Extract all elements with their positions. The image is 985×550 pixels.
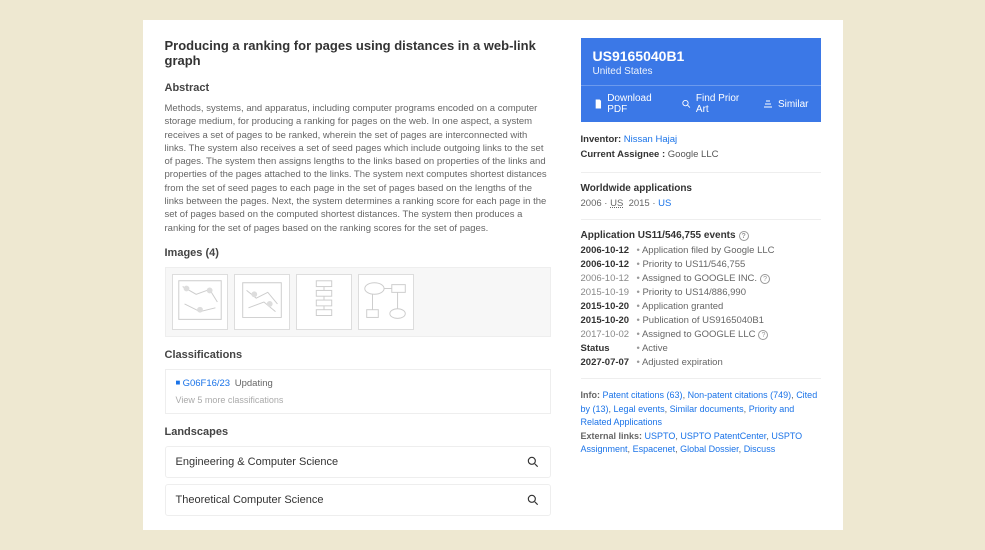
similar-icon	[762, 98, 774, 110]
timeline-date: 2015-10-20	[581, 301, 637, 312]
timeline-row: 2027-07-07Adjusted expiration	[581, 357, 821, 368]
patent-country: United States	[593, 66, 809, 77]
timeline-row: 2006-10-12Application filed by Google LL…	[581, 245, 821, 256]
images-heading: Images (4)	[165, 247, 551, 259]
abstract-heading: Abstract	[165, 82, 551, 94]
timeline-desc: Application filed by Google LLC	[637, 245, 775, 256]
divider	[581, 219, 821, 220]
info-footer: Info: Patent citations (63), Non-patent …	[581, 389, 821, 457]
landscapes-heading: Landscapes	[165, 426, 551, 438]
image-thumb-1[interactable]	[172, 274, 228, 330]
assignee-label: Current Assignee :	[581, 149, 666, 160]
prior-art-icon	[681, 98, 692, 110]
download-pdf-button[interactable]: Download PDF	[593, 93, 668, 115]
timeline-date: 2006-10-12	[581, 259, 637, 270]
info-icon[interactable]: ?	[758, 330, 768, 340]
timeline-date: 2006-10-12	[581, 273, 637, 284]
timeline-desc: Assigned to GOOGLE LLC?	[637, 329, 769, 340]
timeline-date: 2006-10-12	[581, 245, 637, 256]
ext-link[interactable]: USPTO PatentCenter	[680, 431, 766, 441]
patent-id: US9165040B1	[593, 48, 809, 64]
left-column: Producing a ranking for pages using dist…	[165, 38, 551, 522]
patent-header: US9165040B1 United States Download PDF F…	[581, 38, 821, 122]
timeline-row: 2015-10-20Publication of US9165040B1	[581, 315, 821, 326]
search-icon	[526, 455, 540, 469]
timeline-desc: Priority to US14/886,990	[637, 287, 746, 298]
find-prior-art-button[interactable]: Find Prior Art	[681, 93, 748, 115]
worldwide-apps: 2006 · US 2015 · US	[581, 198, 821, 209]
timeline-row: 2015-10-20Application granted	[581, 301, 821, 312]
image-thumb-2[interactable]	[234, 274, 290, 330]
timeline-row: 2017-10-02Assigned to GOOGLE LLC?	[581, 329, 821, 340]
ext-link[interactable]: Espacenet	[633, 444, 676, 454]
landscape-item-2[interactable]: Theoretical Computer Science	[165, 484, 551, 516]
ext-label: External links:	[581, 431, 643, 441]
info-label: Info:	[581, 390, 601, 400]
ext-link[interactable]: Global Dossier	[680, 444, 739, 454]
classifications-box: G06F16/23 Updating View 5 more classific…	[165, 369, 551, 414]
timeline-desc: Publication of US9165040B1	[637, 315, 764, 326]
right-column: US9165040B1 United States Download PDF F…	[581, 38, 821, 522]
timeline-date: 2017-10-02	[581, 329, 637, 340]
landscape-item-1[interactable]: Engineering & Computer Science	[165, 446, 551, 478]
view-more-classifications[interactable]: View 5 more classifications	[176, 395, 540, 405]
landscape-label: Engineering & Computer Science	[176, 456, 339, 468]
info-icon[interactable]: ?	[739, 231, 749, 241]
timeline-date: 2015-10-19	[581, 287, 637, 298]
assignee-value: Google LLC	[668, 149, 719, 160]
timeline-desc: Active	[637, 343, 668, 354]
timeline-date: 2015-10-20	[581, 315, 637, 326]
similar-button[interactable]: Similar	[762, 98, 809, 110]
worldwide-us-link[interactable]: US	[658, 198, 671, 209]
timeline-date: 2027-07-07	[581, 357, 637, 368]
classification-desc: Updating	[235, 378, 273, 389]
image-thumb-4[interactable]	[358, 274, 414, 330]
inventor-label: Inventor:	[581, 134, 622, 145]
timeline-date: Status	[581, 343, 637, 354]
timeline-desc: Priority to US11/546,755	[637, 259, 746, 270]
landscape-label: Theoretical Computer Science	[176, 494, 324, 506]
action-bar: Download PDF Find Prior Art Similar	[581, 85, 821, 122]
abstract-text: Methods, systems, and apparatus, includi…	[165, 102, 551, 235]
image-thumb-3[interactable]	[296, 274, 352, 330]
timeline-desc: Adjusted expiration	[637, 357, 723, 368]
timeline-desc: Application granted	[637, 301, 724, 312]
ext-link[interactable]: Discuss	[744, 444, 776, 454]
ext-link[interactable]: USPTO	[645, 431, 676, 441]
divider	[581, 378, 821, 379]
classifications-heading: Classifications	[165, 349, 551, 361]
info-link[interactable]: Non-patent citations (749)	[688, 390, 792, 400]
patent-page: Producing a ranking for pages using dist…	[143, 20, 843, 530]
page-title: Producing a ranking for pages using dist…	[165, 38, 551, 68]
timeline-row: 2006-10-12Priority to US11/546,755	[581, 259, 821, 270]
timeline-row: StatusActive	[581, 343, 821, 354]
inventor-link[interactable]: Nissan Hajaj	[624, 134, 677, 145]
search-icon	[526, 493, 540, 507]
events-timeline: 2006-10-12Application filed by Google LL…	[581, 245, 821, 368]
worldwide-heading: Worldwide applications	[581, 183, 821, 194]
events-heading: Application US11/546,755 events?	[581, 230, 821, 241]
info-link[interactable]: Patent citations (63)	[603, 390, 683, 400]
info-icon[interactable]: ?	[760, 274, 770, 284]
timeline-row: 2006-10-12Assigned to GOOGLE INC.?	[581, 273, 821, 284]
pdf-icon	[593, 98, 604, 110]
info-link[interactable]: Similar documents	[670, 404, 744, 414]
timeline-row: 2015-10-19Priority to US14/886,990	[581, 287, 821, 298]
divider	[581, 172, 821, 173]
meta-block: Inventor: Nissan Hajaj Current Assignee …	[581, 132, 821, 162]
images-row	[165, 267, 551, 337]
timeline-desc: Assigned to GOOGLE INC.?	[637, 273, 771, 284]
classification-code[interactable]: G06F16/23	[176, 378, 231, 389]
info-link[interactable]: Legal events	[614, 404, 665, 414]
